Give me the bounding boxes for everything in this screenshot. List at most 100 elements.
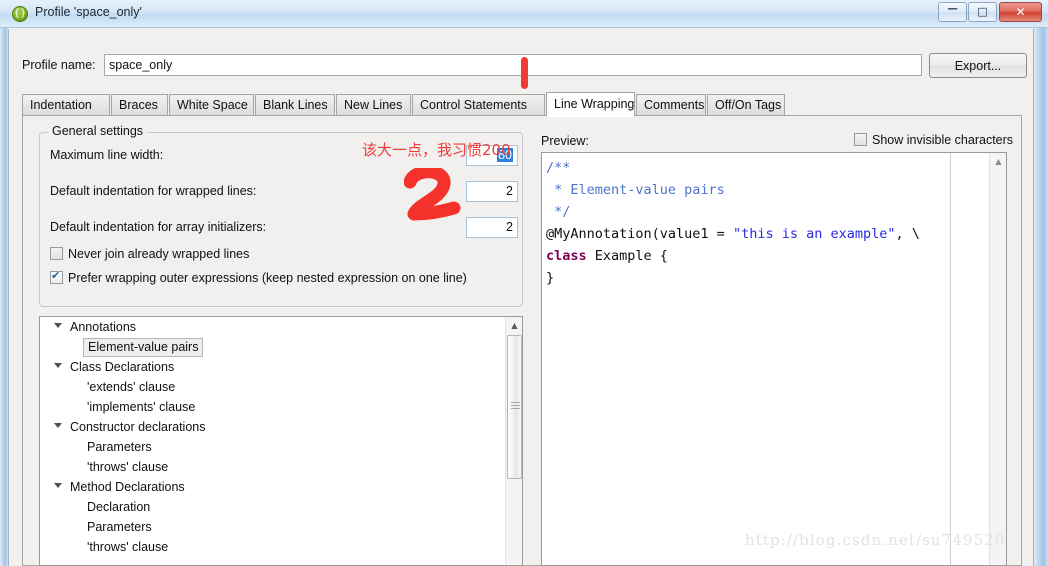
profile-name-label: Profile name: (22, 58, 96, 72)
code-line: } (546, 267, 920, 289)
tree-scrollbar-thumb[interactable] (507, 335, 522, 479)
prefer-wrapping-checkbox-row[interactable]: Prefer wrapping outer expressions (keep … (50, 269, 467, 285)
tab-white-space[interactable]: White Space (169, 94, 254, 116)
preview-scrollbar[interactable]: ▲ (989, 153, 1006, 565)
tab-new-lines[interactable]: New Lines (336, 94, 411, 116)
watermark-text: http://blog.csdn.net/su749520 (745, 531, 1006, 549)
tab-strip: Indentation Braces White Space Blank Lines N… (22, 92, 1022, 117)
never-join-checkbox-row[interactable]: Never join already wrapped lines (50, 247, 249, 261)
code-token-comment: /** (546, 160, 571, 176)
tab-blank-lines[interactable]: Blank Lines (255, 94, 335, 116)
annotation-number-two (404, 168, 461, 221)
never-join-checkbox[interactable] (50, 247, 63, 260)
expand-triangle-icon[interactable] (54, 323, 62, 328)
code-token-keyword: class (546, 248, 587, 264)
profile-dialog-window: {} Profile 'space_only' ─ □ ✕ Profile na… (0, 0, 1048, 566)
code-line: * Element-value pairs (546, 179, 920, 201)
expand-triangle-icon[interactable] (54, 483, 62, 488)
show-invisible-checkbox[interactable] (854, 133, 867, 146)
preview-label: Preview: (541, 134, 589, 148)
tab-off-on-tags[interactable]: Off/On Tags (707, 94, 785, 116)
show-invisible-checkbox-row[interactable]: Show invisible characters (854, 133, 1013, 147)
maximize-button[interactable]: □ (968, 2, 997, 22)
tree-item[interactable]: 'implements' clause (40, 397, 522, 417)
close-button[interactable]: ✕ (999, 2, 1042, 22)
tree-item[interactable]: Constructor declarations (40, 417, 522, 437)
annotation-tab-pointer (521, 57, 528, 89)
never-join-label: Never join already wrapped lines (68, 247, 250, 261)
expand-triangle-icon[interactable] (54, 363, 62, 368)
line-wrapping-tree[interactable]: Annotations Element-value pairs Class Decl… (39, 316, 523, 566)
expand-triangle-icon[interactable] (54, 423, 62, 428)
tree-item-label: 'throws' clause (87, 540, 169, 554)
code-token-plain: @MyAnnotation(value1 = (546, 226, 733, 242)
code-token-comment: */ (546, 204, 571, 220)
scroll-up-icon[interactable]: ▲ (990, 153, 1006, 170)
profile-name-input[interactable] (104, 54, 922, 76)
wrapped-indent-input[interactable]: 2 (466, 181, 518, 202)
code-line: @MyAnnotation(value1 = "this is an examp… (546, 223, 920, 245)
preview-pane[interactable]: /** * Element-value pairs */ @MyAnnotatio… (541, 152, 1007, 566)
wrapped-indent-label: Default indentation for wrapped lines: (50, 184, 257, 198)
code-line: /** (546, 157, 920, 179)
braces-icon: {} (12, 6, 28, 22)
code-token-string: "this is an example" (732, 226, 896, 242)
scrollbar-grip-icon (511, 402, 520, 409)
tree-item-label: 'implements' clause (87, 400, 196, 414)
code-token-plain: , \ (895, 226, 920, 242)
tree-item[interactable]: 'throws' clause (40, 537, 522, 557)
array-indent-label: Default indentation for array initialize… (50, 220, 267, 234)
show-invisible-label: Show invisible characters (872, 133, 1014, 147)
tree-item-label: Constructor declarations (70, 420, 206, 434)
tree-item[interactable]: 'extends' clause (40, 377, 522, 397)
dialog-body: Profile name: Export... IndentationBrace… (8, 29, 1034, 566)
tree-item[interactable]: Element-value pairs (40, 337, 522, 357)
annotation-chinese-note: 该大一点，我习惯200 (362, 141, 511, 159)
max-line-width-label: Maximum line width: (50, 148, 164, 162)
tree-item-label: Parameters (87, 440, 152, 454)
prefer-wrapping-label: Prefer wrapping outer expressions (keep … (68, 271, 467, 285)
title-bar: {} Profile 'space_only' ─ □ ✕ (0, 0, 1048, 28)
tree-item-label: Annotations (70, 320, 137, 334)
tree-item-label: Declaration (87, 500, 151, 514)
tree-item-label: Element-value pairs (83, 338, 204, 357)
tree-item[interactable]: Parameters (40, 437, 522, 457)
window-title: Profile 'space_only' (35, 5, 142, 19)
code-token-plain: Example { (586, 248, 668, 264)
export-button[interactable]: Export... (929, 53, 1027, 78)
tab-line-wrapping[interactable]: Line Wrapping (546, 92, 635, 117)
prefer-wrapping-checkbox[interactable] (50, 269, 63, 284)
tree-item-label: 'throws' clause (87, 460, 169, 474)
tree-item[interactable]: Method Declarations (40, 477, 522, 497)
tab-comments[interactable]: Comments (636, 94, 706, 116)
tree-item-label: Parameters (87, 520, 152, 534)
code-token-plain: } (546, 270, 555, 286)
tab-control-statements[interactable]: Control Statements (412, 94, 545, 116)
tab-braces[interactable]: Braces (111, 94, 168, 116)
scroll-up-icon[interactable]: ▲ (506, 317, 522, 334)
tree-item-label: Class Declarations (70, 360, 175, 374)
code-line: */ (546, 201, 920, 223)
tree-item[interactable]: 'throws' clause (40, 457, 522, 477)
window-edge-right (1034, 0, 1048, 566)
preview-code: /** * Element-value pairs */ @MyAnnotatio… (546, 157, 920, 289)
tree-rows: Annotations Element-value pairs Class Decl… (40, 317, 522, 557)
tree-item[interactable]: Annotations (40, 317, 522, 337)
tab-page-line-wrapping: General settings Maximum line width: 80 … (22, 115, 1022, 566)
code-line: class Example { (546, 245, 920, 267)
array-indent-input[interactable]: 2 (466, 217, 518, 238)
general-settings-title: General settings (48, 124, 148, 138)
minimize-button[interactable]: ─ (938, 2, 967, 22)
right-margin-guide (950, 153, 951, 565)
tab-indentation[interactable]: Indentation (22, 94, 110, 116)
tree-scrollbar[interactable]: ▲ (505, 317, 522, 565)
window-edge-left (0, 0, 8, 566)
tree-item[interactable]: Class Declarations (40, 357, 522, 377)
maximize-icon: □ (977, 5, 988, 18)
tree-item-label: 'extends' clause (87, 380, 176, 394)
tree-item[interactable]: Parameters (40, 517, 522, 537)
close-icon: ✕ (1015, 5, 1026, 19)
tree-item[interactable]: Declaration (40, 497, 522, 517)
tree-item-label: Method Declarations (70, 480, 185, 494)
code-token-comment: * Element-value pairs (546, 182, 725, 198)
